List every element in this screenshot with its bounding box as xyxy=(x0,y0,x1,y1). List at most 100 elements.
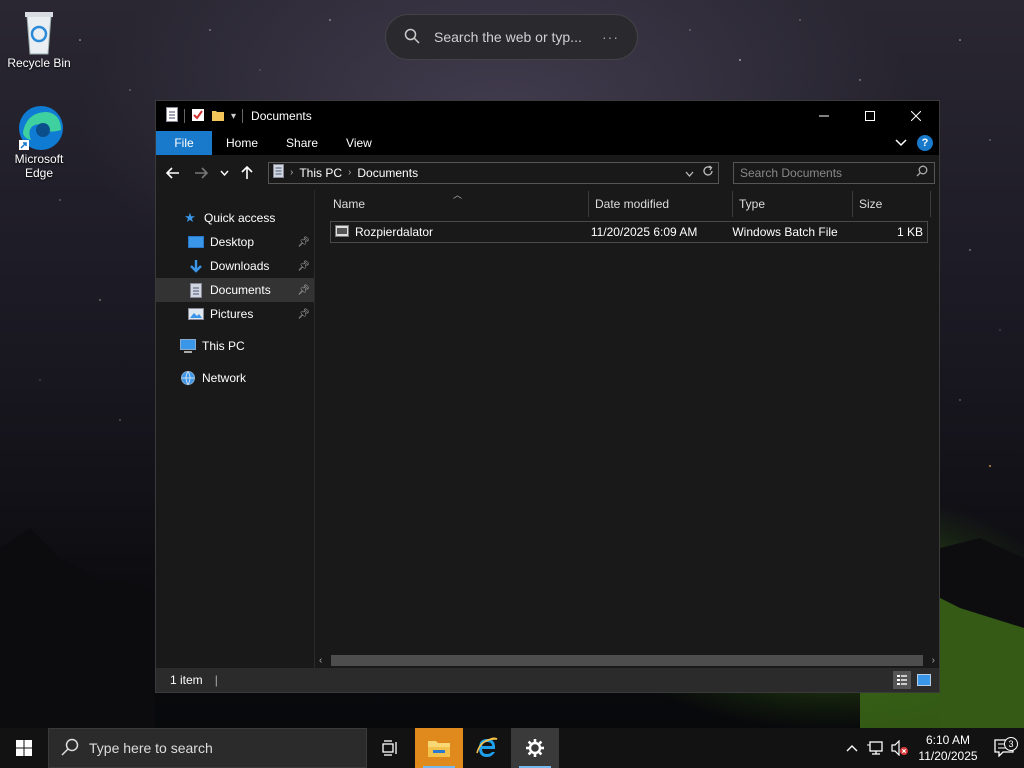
breadcrumb-documents[interactable]: Documents xyxy=(357,166,418,180)
scrollbar-thumb[interactable] xyxy=(331,655,923,666)
nav-this-pc[interactable]: This PC xyxy=(156,334,314,358)
search-documents-input[interactable]: Search Documents xyxy=(733,161,935,184)
title-bar[interactable]: ▾ Documents xyxy=(156,101,939,131)
file-size: 1 KB xyxy=(896,225,923,239)
edge-shortcut[interactable]: Microsoft Edge xyxy=(1,104,77,180)
nav-item-documents[interactable]: Documents 📌︎ xyxy=(156,278,314,302)
recent-locations-button[interactable] xyxy=(216,160,232,186)
tab-file[interactable]: File xyxy=(156,131,212,155)
breadcrumb-chevron-icon[interactable]: › xyxy=(290,167,293,178)
file-date: 11/20/2025 6:09 AM xyxy=(590,225,698,239)
breadcrumb-this-pc[interactable]: This PC xyxy=(299,166,342,180)
column-size[interactable]: Size xyxy=(853,191,931,217)
new-folder-icon[interactable] xyxy=(211,108,225,125)
nav-label-desktop: Desktop xyxy=(210,235,255,249)
horizontal-scrollbar[interactable]: ‹ › xyxy=(315,652,939,668)
recycle-bin-label: Recycle Bin xyxy=(7,56,71,70)
scroll-right-icon[interactable]: › xyxy=(932,655,935,666)
clock-date: 11/20/2025 xyxy=(918,749,978,763)
task-view-icon xyxy=(382,740,397,756)
more-options-icon[interactable]: ··· xyxy=(602,29,619,45)
star-icon: ★ xyxy=(184,210,196,225)
close-button[interactable] xyxy=(893,101,939,131)
system-tray: 6:10 AM 11/20/2025 3 xyxy=(840,728,1024,768)
breadcrumb-chevron-icon[interactable]: › xyxy=(348,167,351,178)
search-icon xyxy=(404,28,420,47)
forward-button[interactable] xyxy=(188,160,214,186)
clock[interactable]: 6:10 AM 11/20/2025 xyxy=(912,732,984,764)
pin-icon[interactable]: 📌︎ xyxy=(297,237,310,248)
nav-label-network: Network xyxy=(202,371,247,385)
file-explorer-taskbar-button[interactable] xyxy=(415,728,463,768)
tab-share[interactable]: Share xyxy=(272,131,332,155)
nav-quick-access[interactable]: ★ Quick access xyxy=(156,206,314,230)
back-button[interactable] xyxy=(160,160,186,186)
recycle-bin-shortcut[interactable]: Recycle Bin xyxy=(1,8,77,70)
pin-icon[interactable]: 📌︎ xyxy=(297,285,310,296)
address-bar[interactable]: › This PC › Documents xyxy=(268,161,719,184)
gear-icon xyxy=(526,739,544,757)
nav-label-pictures: Pictures xyxy=(210,307,254,321)
notification-center-button[interactable]: 3 xyxy=(984,737,1024,757)
minimize-button[interactable] xyxy=(801,101,847,131)
column-type[interactable]: Type xyxy=(733,191,853,217)
tab-home[interactable]: Home xyxy=(212,131,272,155)
nav-network[interactable]: Network xyxy=(156,366,314,390)
file-explorer-window: ▾ Documents File Home Share View ? › Thi… xyxy=(155,100,940,693)
computer-icon xyxy=(180,338,196,354)
nav-label-this-pc: This PC xyxy=(202,339,245,353)
documents-location-icon xyxy=(273,164,284,181)
taskbar-search-box[interactable]: Type here to search xyxy=(48,728,367,768)
pin-icon[interactable]: 📌︎ xyxy=(297,261,310,272)
navigation-bar: › This PC › Documents Search Documents xyxy=(156,155,939,190)
nav-item-pictures[interactable]: Pictures 📌︎ xyxy=(156,302,314,326)
network-icon xyxy=(180,370,196,386)
web-search-placeholder: Search the web or typ... xyxy=(434,29,582,45)
edge-label-line2: Edge xyxy=(24,166,54,180)
notification-count-badge: 3 xyxy=(1004,737,1018,751)
file-list-pane: ︿ Name Date modified Type Size Rozpierda… xyxy=(314,190,939,668)
documents-icon xyxy=(188,282,204,298)
task-view-button[interactable] xyxy=(367,728,415,768)
column-date-modified[interactable]: Date modified xyxy=(589,191,733,217)
desktop-icon xyxy=(188,234,204,250)
help-icon[interactable]: ? xyxy=(917,135,933,151)
address-dropdown-icon[interactable] xyxy=(685,166,694,180)
details-view-icon[interactable] xyxy=(893,671,911,689)
windows-logo-icon xyxy=(16,740,32,756)
web-search-box[interactable]: Search the web or typ... ··· xyxy=(385,14,638,60)
nav-label-documents: Documents xyxy=(210,283,271,297)
start-button[interactable] xyxy=(0,728,48,768)
column-headers: Name Date modified Type Size xyxy=(315,191,939,217)
search-icon xyxy=(61,738,79,759)
tab-view[interactable]: View xyxy=(332,131,386,155)
status-separator: | xyxy=(214,673,218,687)
large-icons-view-icon[interactable] xyxy=(915,671,933,689)
properties-icon[interactable] xyxy=(191,108,205,125)
internet-explorer-taskbar-button[interactable] xyxy=(463,728,511,768)
search-icon xyxy=(916,165,928,180)
network-status-icon[interactable] xyxy=(864,740,888,756)
maximize-button[interactable] xyxy=(847,101,893,131)
nav-item-downloads[interactable]: Downloads 📌︎ xyxy=(156,254,314,278)
up-button[interactable] xyxy=(234,160,260,186)
column-name[interactable]: Name xyxy=(315,191,589,217)
pin-icon[interactable]: 📌︎ xyxy=(297,309,310,320)
nav-item-desktop[interactable]: Desktop 📌︎ xyxy=(156,230,314,254)
navigation-pane: ★ Quick access Desktop 📌︎ Downloads 📌︎ D… xyxy=(156,190,314,668)
refresh-icon[interactable] xyxy=(702,165,714,180)
nav-label-downloads: Downloads xyxy=(210,259,270,273)
settings-taskbar-button[interactable] xyxy=(511,728,559,768)
clock-time: 6:10 AM xyxy=(925,733,971,747)
customize-toolbar-icon[interactable]: ▾ xyxy=(231,111,236,122)
taskbar: Type here to search 6:10 AM 11/20/2025 3 xyxy=(0,728,1024,768)
batch-file-icon xyxy=(335,224,349,240)
sort-indicator-icon: ︿ xyxy=(453,190,463,200)
expand-ribbon-icon[interactable] xyxy=(895,136,907,150)
file-row[interactable]: Rozpierdalator 11/20/2025 6:09 AM Window… xyxy=(330,221,928,243)
volume-muted-icon[interactable] xyxy=(888,740,912,756)
show-hidden-icons-button[interactable] xyxy=(840,744,864,752)
scroll-left-icon[interactable]: ‹ xyxy=(319,655,322,666)
download-arrow-icon xyxy=(188,258,204,274)
nav-label-quick-access: Quick access xyxy=(204,211,276,225)
